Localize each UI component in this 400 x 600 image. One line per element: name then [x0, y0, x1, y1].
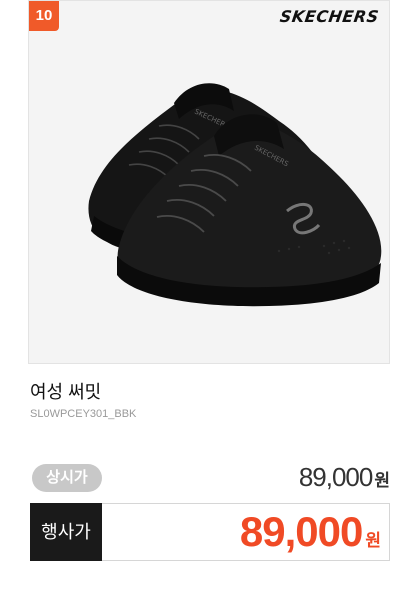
rank-badge: 10 [29, 1, 59, 31]
regular-price-label: 상시가 [32, 464, 102, 492]
brand-logo: SKECHERS [278, 7, 381, 26]
product-image-frame[interactable]: 10 SKECHERS SKECHERS SKECHERS [28, 0, 390, 364]
product-card[interactable]: 10 SKECHERS SKECHERS SKECHERS 여성 써밋 SL0W… [28, 0, 392, 600]
sale-price-box: 행사가 89,000 원 [30, 503, 390, 561]
sale-price-value: 89,000 [239, 508, 363, 555]
regular-price: 89,000 원 [299, 462, 390, 493]
sale-price-unit: 원 [365, 531, 381, 550]
regular-price-row: 상시가 89,000 원 [28, 460, 392, 496]
black-mesh-sneakers-image: SKECHERS SKECHERS [88, 83, 382, 307]
product-name[interactable]: 여성 써밋 [30, 378, 101, 404]
regular-price-unit: 원 [374, 471, 390, 490]
sale-price: 89,000 원 [240, 508, 381, 556]
sale-price-label: 행사가 [30, 503, 102, 561]
product-code: SL0WPCEY301_BBK [30, 408, 137, 420]
regular-price-value: 89,000 [298, 462, 374, 492]
